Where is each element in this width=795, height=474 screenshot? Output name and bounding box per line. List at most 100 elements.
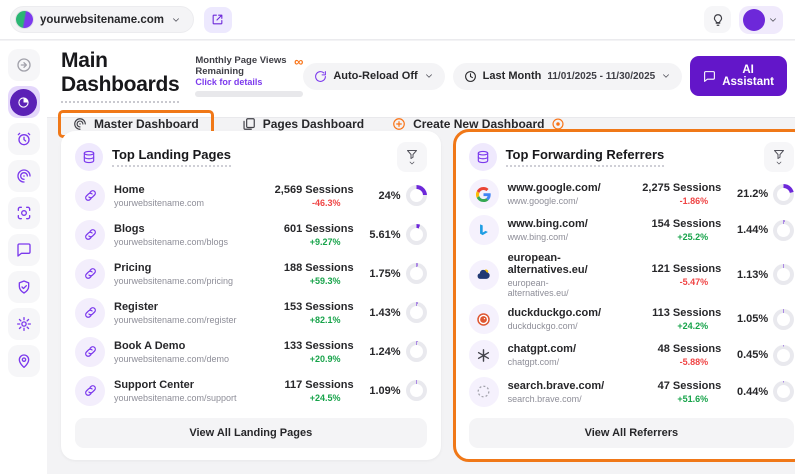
list-item[interactable]: Pricing yourwebsitename.com/pricing 188 … — [75, 256, 427, 292]
duckduckgo-icon — [469, 304, 499, 334]
percent-value: 21.2% — [737, 188, 768, 200]
database-icon — [469, 143, 497, 171]
site-name: yourwebsitename.com — [40, 14, 164, 26]
list-item[interactable]: chatgpt.com/ chatgpt.com/ 48 Sessions -5… — [469, 337, 795, 373]
sessions-value: 47 Sessions — [613, 380, 721, 392]
row-name: Blogs — [114, 223, 237, 235]
sidebar-item-swirl[interactable] — [8, 160, 40, 192]
ai-assistant-button[interactable]: AI Assistant — [690, 56, 787, 96]
percent-donut — [406, 185, 427, 206]
sessions-value: 188 Sessions — [246, 262, 354, 274]
percent-donut — [406, 341, 427, 362]
row-url: yourwebsitename.com/pricing — [114, 276, 237, 286]
user-menu[interactable] — [739, 6, 783, 34]
row-name: Book A Demo — [114, 340, 237, 352]
row-url: yourwebsitename.com/blogs — [114, 237, 237, 247]
sessions-value: 113 Sessions — [613, 307, 721, 319]
percent-value: 1.13% — [737, 269, 768, 281]
quota-widget: Monthly Page Views Remaining Click for d… — [195, 55, 303, 98]
database-icon — [75, 143, 103, 171]
sessions-value: 2,275 Sessions — [613, 182, 721, 194]
list-item[interactable]: Blogs yourwebsitename.com/blogs 601 Sess… — [75, 217, 427, 253]
percent-value: 0.45% — [737, 349, 768, 361]
filter-button[interactable] — [764, 142, 794, 172]
site-favicon-icon — [16, 11, 33, 28]
row-name: chatgpt.com/ — [508, 343, 605, 355]
row-url: www.bing.com/ — [508, 232, 605, 242]
link-icon — [75, 298, 105, 328]
percent-value: 1.24% — [369, 346, 400, 358]
link-icon — [75, 220, 105, 250]
row-name: Pricing — [114, 262, 237, 274]
auto-reload-dropdown[interactable]: Auto-Reload Off — [303, 63, 444, 90]
list-item[interactable]: Register yourwebsitename.com/register 15… — [75, 295, 427, 331]
list-item[interactable]: european-alternatives.eu/ european-alter… — [469, 249, 795, 301]
row-name: european-alternatives.eu/ — [508, 252, 605, 276]
list-item[interactable]: www.bing.com/ www.bing.com/ 154 Sessions… — [469, 212, 795, 248]
quota-progress-bar — [195, 91, 303, 97]
sidebar-item-dashboard[interactable] — [8, 86, 40, 118]
row-url: yourwebsitename.com/register — [114, 315, 237, 325]
row-name: www.google.com/ — [508, 182, 605, 194]
avatar — [743, 9, 765, 31]
swirl-icon — [16, 168, 32, 184]
chatgpt-icon — [469, 340, 499, 370]
chevron-down-icon — [661, 71, 671, 81]
sessions-delta: +9.27% — [246, 237, 354, 247]
sessions-delta: +20.9% — [246, 354, 354, 364]
sidebar-item-scan[interactable] — [8, 197, 40, 229]
card-top-forwarding-referrers: Top Forwarding Referrers www.google.com/… — [455, 131, 795, 460]
sessions-value: 601 Sessions — [246, 223, 354, 235]
filter-button[interactable] — [397, 142, 427, 172]
sessions-delta: -46.3% — [246, 198, 354, 208]
collapse-icon — [16, 57, 32, 73]
percent-value: 1.43% — [369, 307, 400, 319]
sessions-delta: -5.47% — [613, 277, 721, 287]
page-title: Main Dashboards — [61, 49, 179, 103]
topbar: yourwebsitename.com — [0, 0, 795, 40]
sidebar — [0, 41, 47, 474]
quota-details-link[interactable]: Click for details — [195, 77, 294, 87]
sidebar-item-shield[interactable] — [8, 271, 40, 303]
card-rows: www.google.com/ www.google.com/ 2,275 Se… — [469, 176, 795, 410]
sidebar-item-alarm[interactable] — [8, 123, 40, 155]
percent-value: 1.75% — [369, 268, 400, 280]
scan-icon — [16, 205, 32, 221]
open-site-button[interactable] — [204, 7, 232, 33]
view-all-button[interactable]: View All Referrers — [469, 418, 795, 448]
row-url: chatgpt.com/ — [508, 357, 605, 367]
row-name: duckduckgo.com/ — [508, 307, 605, 319]
bing-icon — [469, 215, 499, 245]
row-url: yourwebsitename.com/demo — [114, 354, 237, 364]
row-name: Home — [114, 184, 237, 196]
card-rows: Home yourwebsitename.com 2,569 Sessions … — [75, 176, 427, 410]
chevron-down-icon — [171, 15, 181, 25]
sidebar-item-collapse[interactable] — [8, 49, 40, 81]
list-item[interactable]: search.brave.com/ search.brave.com/ 47 S… — [469, 374, 795, 410]
sessions-value: 2,569 Sessions — [246, 184, 354, 196]
chevron-down-icon — [408, 160, 416, 167]
sessions-delta: +82.1% — [246, 315, 354, 325]
list-item[interactable]: www.google.com/ www.google.com/ 2,275 Se… — [469, 176, 795, 212]
view-all-button[interactable]: View All Landing Pages — [75, 418, 427, 448]
list-item[interactable]: Support Center yourwebsitename.com/suppo… — [75, 373, 427, 409]
sessions-delta: +25.2% — [613, 232, 721, 242]
sidebar-item-chat[interactable] — [8, 234, 40, 266]
percent-donut — [406, 380, 427, 401]
list-item[interactable]: Home yourwebsitename.com 2,569 Sessions … — [75, 178, 427, 214]
refresh-icon — [314, 70, 327, 83]
sidebar-item-gear[interactable] — [8, 308, 40, 340]
list-item[interactable]: duckduckgo.com/ duckduckgo.com/ 113 Sess… — [469, 301, 795, 337]
row-url: yourwebsitename.com/support — [114, 393, 237, 403]
tips-button[interactable] — [704, 6, 731, 33]
alarm-icon — [16, 131, 32, 147]
row-url: search.brave.com/ — [508, 394, 605, 404]
date-range-picker[interactable]: Last Month 11/01/2025 - 11/30/2025 — [453, 63, 683, 90]
list-item[interactable]: Book A Demo yourwebsitename.com/demo 133… — [75, 334, 427, 370]
row-name: Support Center — [114, 379, 237, 391]
percent-donut — [773, 309, 794, 330]
site-selector[interactable]: yourwebsitename.com — [10, 6, 194, 33]
percent-value: 1.09% — [369, 385, 400, 397]
sidebar-item-location[interactable] — [8, 345, 40, 377]
sessions-value: 117 Sessions — [246, 379, 354, 391]
